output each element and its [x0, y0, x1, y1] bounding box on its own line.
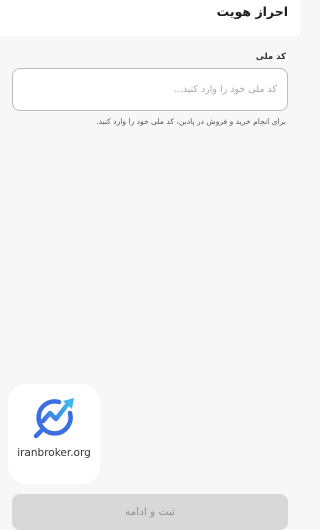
- submit-continue-button[interactable]: ثبت و ادامه: [12, 494, 288, 530]
- top-header: احراز هویت: [0, 0, 300, 36]
- watermark-logo-card: iranbroker.org: [8, 384, 100, 484]
- national-id-label: کد ملی: [255, 52, 286, 62]
- watermark-text: iranbroker.org: [17, 447, 91, 459]
- national-id-field[interactable]: [12, 68, 288, 111]
- national-id-input[interactable]: [13, 69, 287, 110]
- chart-trend-arrow-icon: [33, 398, 74, 439]
- national-id-helper-text: برای انجام خرید و فروش در پادبن، کد ملی …: [96, 117, 286, 126]
- page-title: احراز هویت: [216, 4, 288, 19]
